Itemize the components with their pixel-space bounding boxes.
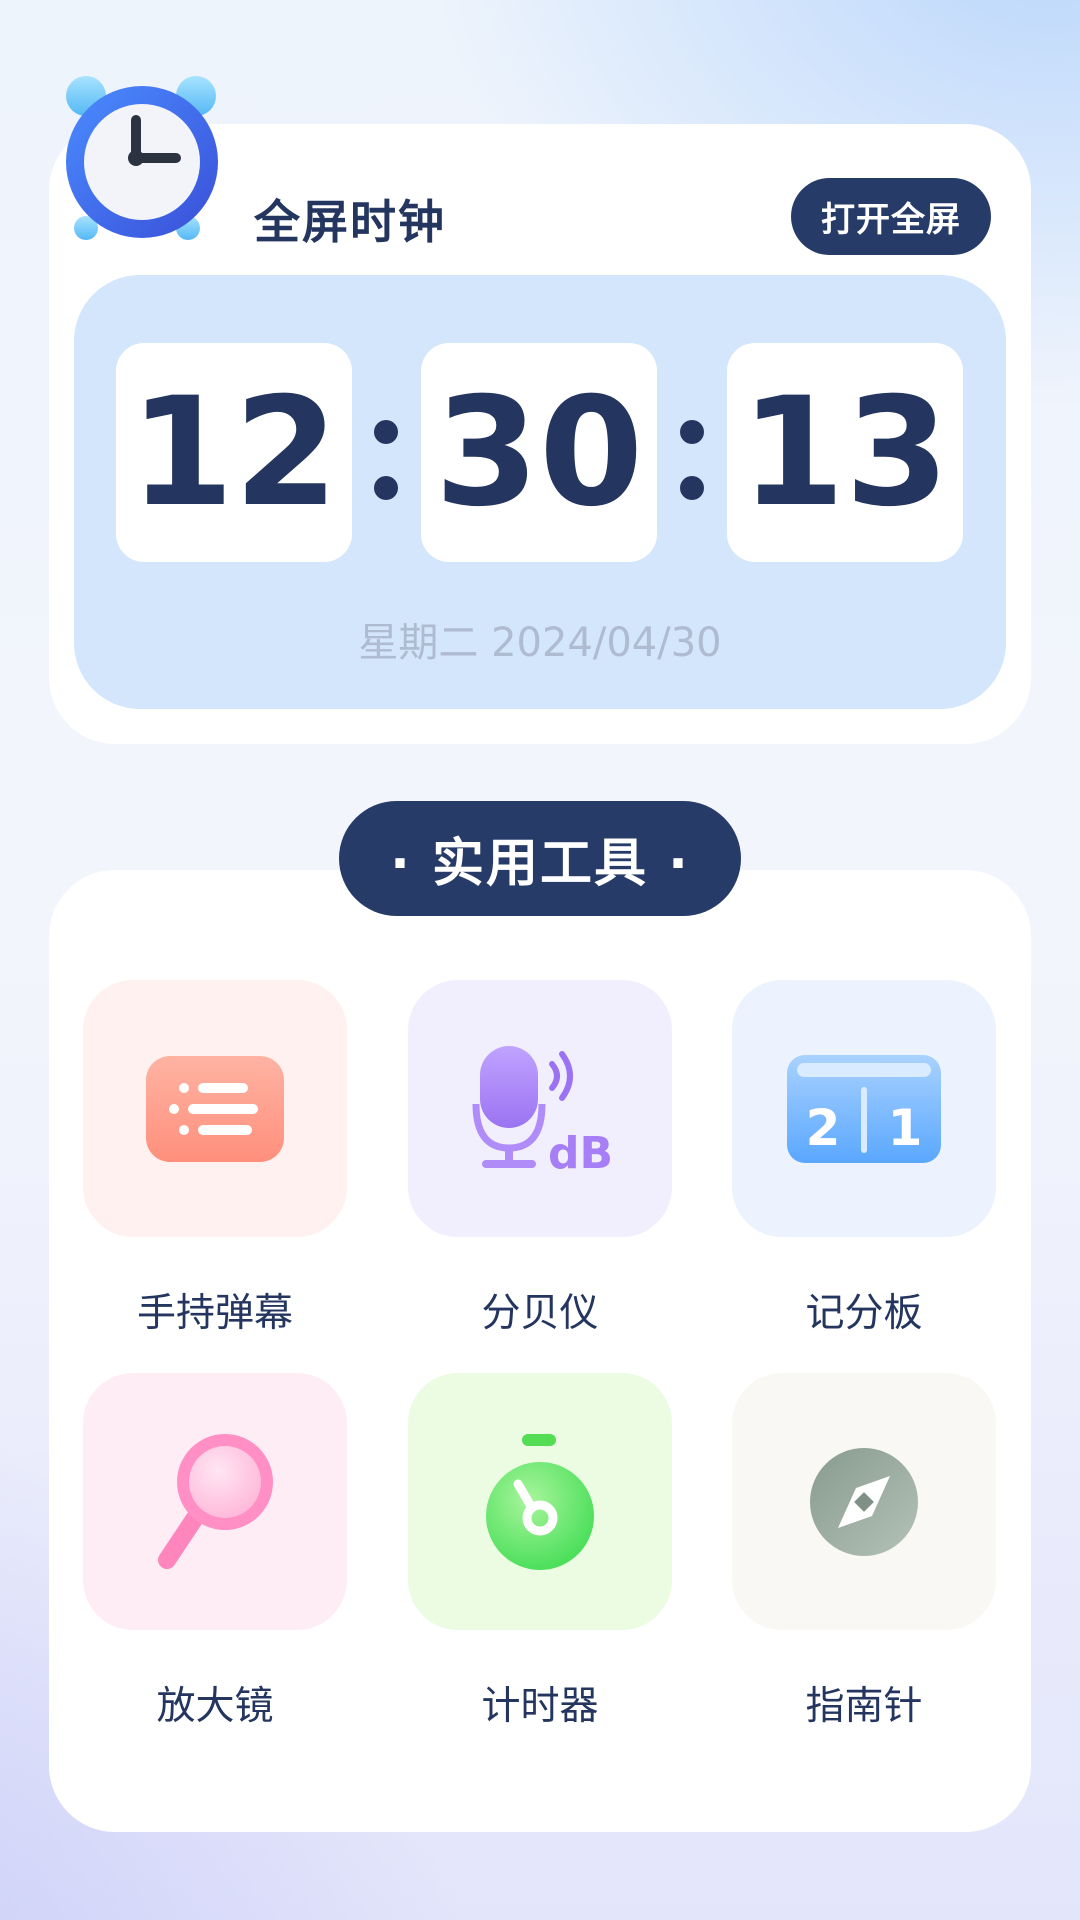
tools-section-header: · 实用工具 · [339, 801, 741, 916]
seconds-display: 13 [727, 343, 963, 562]
tool-compass-button[interactable] [732, 1373, 996, 1630]
compass-icon [810, 1447, 918, 1556]
scoreboard-right-score: 1 [888, 1099, 923, 1157]
tool-scoreboard-button[interactable]: 2 1 [732, 980, 996, 1237]
tool-label-danmaku: 手持弹幕 [136, 1291, 293, 1336]
tool-decibel-button[interactable]: dB [408, 980, 672, 1237]
hours-display: 12 [116, 343, 352, 562]
stopwatch-icon [486, 1433, 594, 1570]
colon-separator [680, 420, 704, 500]
clock-title: 全屏时钟 [254, 195, 446, 249]
decibel-unit-text: dB [548, 1128, 610, 1174]
scoreboard-icon: 2 1 [787, 1054, 941, 1163]
decibel-meter-icon: dB [472, 1045, 610, 1174]
tool-label-magnifier: 放大镜 [156, 1684, 274, 1729]
tool-danmaku-button[interactable] [83, 980, 347, 1237]
tool-label-scoreboard: 记分板 [805, 1291, 923, 1336]
alarm-clock-icon [66, 76, 218, 240]
tool-stopwatch-button[interactable] [408, 1373, 672, 1630]
tool-magnifier-button[interactable] [83, 1373, 347, 1630]
minutes-display: 30 [421, 343, 657, 562]
magnifier-icon [158, 1433, 273, 1569]
date-label: 星期二 2024/04/30 [358, 620, 722, 666]
colon-separator [374, 420, 398, 500]
tool-label-decibel: 分贝仪 [481, 1291, 599, 1336]
danmaku-icon [146, 1055, 284, 1162]
scoreboard-left-score: 2 [806, 1099, 841, 1157]
open-fullscreen-button[interactable]: 打开全屏 [791, 178, 991, 255]
tool-label-compass: 指南针 [805, 1684, 923, 1729]
tool-label-stopwatch: 计时器 [481, 1684, 599, 1729]
